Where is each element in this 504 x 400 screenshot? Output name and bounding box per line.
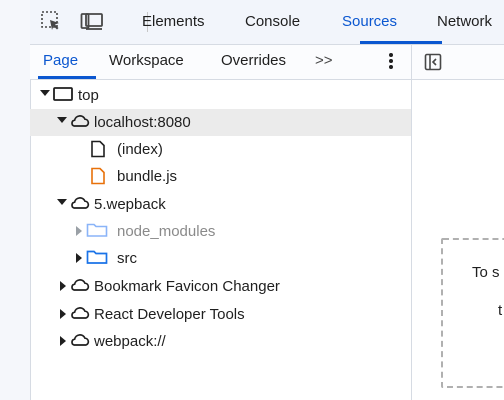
tree-label: React Developer Tools <box>94 306 245 323</box>
tree-label: node_modules <box>117 223 216 240</box>
tree-node-node-modules[interactable]: node_modules <box>30 218 411 245</box>
tab-workspace[interactable]: Workspace <box>109 52 184 69</box>
cloud-icon <box>70 195 90 215</box>
tab-console[interactable]: Console <box>245 13 300 30</box>
tree-node-5-wepback[interactable]: 5.wepback <box>30 191 411 218</box>
tree-label: bundle.js <box>117 168 178 185</box>
frame-icon <box>53 86 73 106</box>
editor-toolbar <box>412 45 504 80</box>
cloud-icon <box>70 113 90 133</box>
tree-label: webpack:// <box>94 333 166 350</box>
active-subtab-indicator <box>38 76 96 79</box>
editor-hint-line-2: t <box>498 302 503 319</box>
tab-network[interactable]: Network <box>437 13 492 30</box>
tab-overrides[interactable]: Overrides <box>221 52 286 69</box>
more-tabs-button[interactable]: >> <box>315 52 333 69</box>
tree-label: Bookmark Favicon Changer <box>94 278 280 295</box>
tree-node-webpack-scheme[interactable]: webpack:// <box>30 328 411 355</box>
collapse-arrow-icon[interactable] <box>76 226 82 236</box>
tree-label: top <box>78 87 99 104</box>
navigator-tab-bar: Page Workspace Overrides >> <box>30 45 411 80</box>
cloud-icon <box>70 332 90 352</box>
collapse-arrow-icon[interactable] <box>60 281 66 291</box>
tab-sources[interactable]: Sources <box>342 13 397 30</box>
tree-node-top[interactable]: top <box>30 82 411 109</box>
expand-arrow-icon[interactable] <box>40 90 50 96</box>
cloud-icon <box>70 305 90 325</box>
more-options-icon[interactable] <box>386 51 396 73</box>
script-file-icon <box>90 167 106 189</box>
collapse-arrow-icon[interactable] <box>76 253 82 263</box>
tree-node-index[interactable]: (index) <box>30 136 411 163</box>
tree-label: src <box>117 250 137 267</box>
tree-label: (index) <box>117 141 163 158</box>
tree-node-src[interactable]: src <box>30 245 411 272</box>
devtools-left-margin <box>0 0 31 400</box>
tab-page[interactable]: Page <box>43 52 78 69</box>
device-toolbar-icon[interactable] <box>80 10 103 32</box>
folder-icon <box>86 249 108 269</box>
active-tab-indicator <box>360 41 442 44</box>
expand-arrow-icon[interactable] <box>57 117 67 123</box>
collapse-arrow-icon[interactable] <box>60 336 66 346</box>
main-tab-bar: Elements Console Sources Network <box>30 0 504 45</box>
collapse-arrow-icon[interactable] <box>60 309 66 319</box>
tree-node-bookmark-favicon-changer[interactable]: Bookmark Favicon Changer <box>30 273 411 300</box>
tree-node-react-developer-tools[interactable]: React Developer Tools <box>30 301 411 328</box>
expand-arrow-icon[interactable] <box>57 199 67 205</box>
tree-node-bundle-js[interactable]: bundle.js <box>30 163 411 190</box>
tab-elements[interactable]: Elements <box>142 13 205 30</box>
tree-label: 5.wepback <box>94 196 166 213</box>
folder-icon <box>86 222 108 242</box>
editor-drop-zone[interactable] <box>441 238 504 388</box>
editor-hint-line-1: To s <box>472 264 500 281</box>
inspect-element-icon[interactable] <box>40 10 62 32</box>
tree-node-localhost[interactable]: localhost:8080 <box>30 109 411 136</box>
tree-label: localhost:8080 <box>94 114 191 131</box>
pane-divider[interactable] <box>411 45 412 400</box>
cloud-icon <box>70 277 90 297</box>
file-icon <box>90 140 106 162</box>
toggle-navigator-icon[interactable] <box>424 53 442 71</box>
